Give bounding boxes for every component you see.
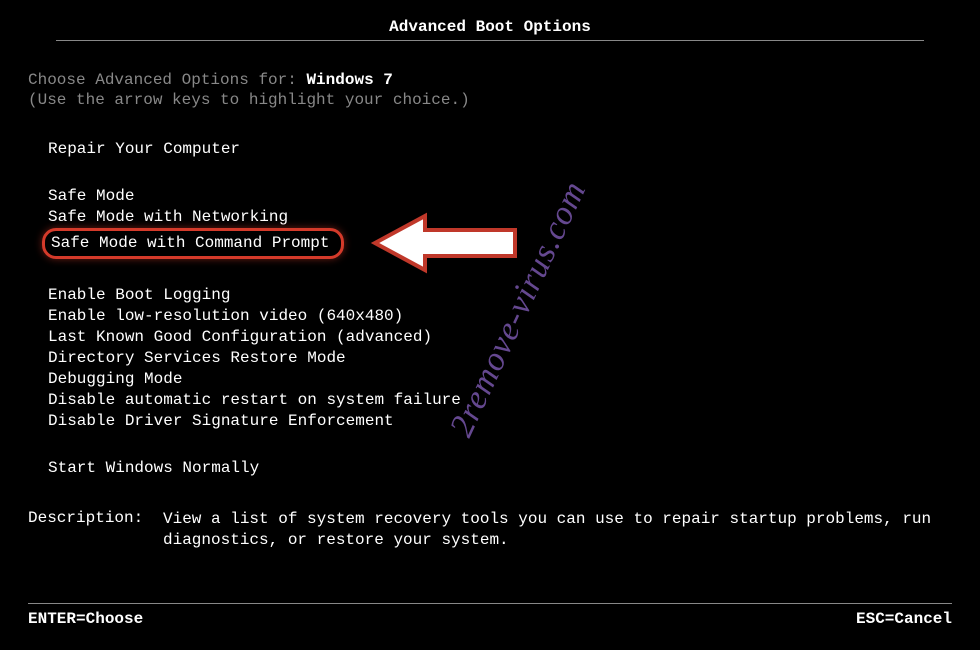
os-name: Windows 7 [306,71,392,89]
choose-prefix: Choose Advanced Options for: [28,71,306,89]
menu-item-safe-mode[interactable]: Safe Mode [48,186,134,207]
menu-item-ds-restore-mode[interactable]: Directory Services Restore Mode [48,348,346,369]
menu-group-safemode: Safe Mode Safe Mode with Networking Safe… [48,186,952,259]
menu-item-start-normally[interactable]: Start Windows Normally [48,458,259,479]
menu-item-enable-boot-logging[interactable]: Enable Boot Logging [48,285,230,306]
menu-item-disable-driver-sig[interactable]: Disable Driver Signature Enforcement [48,411,394,432]
menu-group-normal: Start Windows Normally [48,458,952,479]
description-label: Description: [28,509,163,551]
menu-item-debugging-mode[interactable]: Debugging Mode [48,369,182,390]
menu-item-low-res-video[interactable]: Enable low-resolution video (640x480) [48,306,403,327]
menu-item-disable-auto-restart[interactable]: Disable automatic restart on system fail… [48,390,461,411]
menu-group-advanced: Enable Boot Logging Enable low-resolutio… [48,285,952,432]
footer-enter: ENTER=Choose [28,610,143,628]
boot-options-screen: Advanced Boot Options Choose Advanced Op… [0,0,980,650]
menu-item-repair-your-computer[interactable]: Repair Your Computer [48,139,240,160]
page-title: Advanced Boot Options [28,18,952,36]
menu-group-repair: Repair Your Computer [48,139,952,160]
hint-text: (Use the arrow keys to highlight your ch… [28,91,952,109]
footer-divider [28,603,952,604]
menu-item-last-known-good[interactable]: Last Known Good Configuration (advanced) [48,327,432,348]
footer-esc: ESC=Cancel [856,610,952,628]
description-block: Description: View a list of system recov… [28,509,952,551]
title-underline [56,40,924,41]
description-text: View a list of system recovery tools you… [163,509,952,551]
menu-item-safe-mode-networking[interactable]: Safe Mode with Networking [48,207,288,228]
menu-item-safe-mode-command-prompt[interactable]: Safe Mode with Command Prompt [42,228,344,259]
choose-line: Choose Advanced Options for: Windows 7 [28,71,952,89]
footer: ENTER=Choose ESC=Cancel [28,603,952,628]
